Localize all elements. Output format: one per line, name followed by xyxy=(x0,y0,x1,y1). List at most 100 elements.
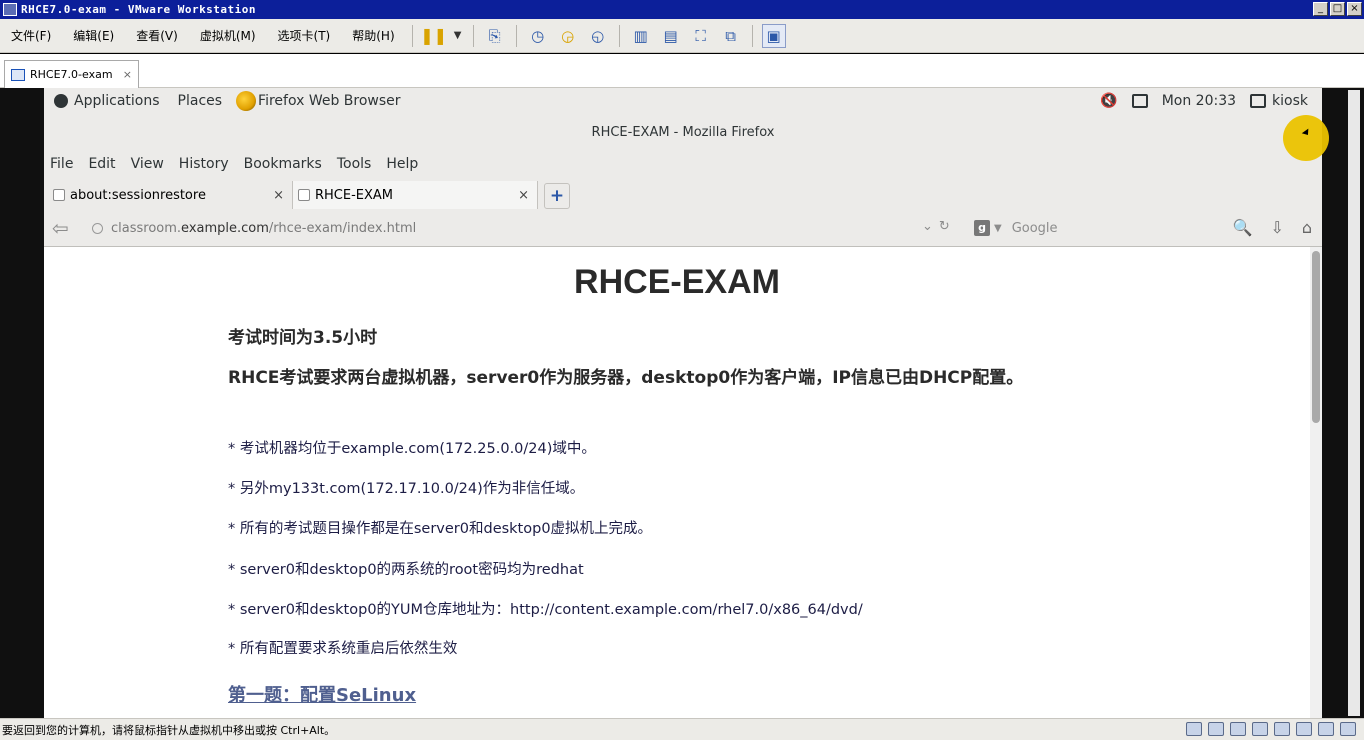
snapshot-manager-icon[interactable]: ◵ xyxy=(586,24,610,48)
home-icon[interactable]: ⌂ xyxy=(1302,218,1312,237)
revert-snapshot-icon[interactable]: ◶ xyxy=(556,24,580,48)
back-arrow-icon[interactable]: ⇦ xyxy=(52,216,69,240)
vmware-app-icon xyxy=(3,3,17,16)
vmware-status-bar: 要返回到您的计算机，请将鼠标指针从虚拟机中移出或按 Ctrl+Alt。 xyxy=(0,718,1364,740)
menu-file[interactable]: File xyxy=(50,156,73,172)
download-icon[interactable]: ⇩ xyxy=(1270,218,1283,237)
sidebar-view-icon[interactable]: ▥ xyxy=(629,24,653,48)
list-item: * server0和desktop0的两系统的root密码均为redhat xyxy=(228,562,584,578)
menu-help[interactable]: Help xyxy=(386,156,418,172)
sound-icon[interactable] xyxy=(1274,722,1290,736)
message-icon[interactable] xyxy=(1340,722,1356,736)
minimize-button[interactable]: _ xyxy=(1313,2,1328,16)
vm-icon xyxy=(11,68,25,81)
volume-icon[interactable]: 🔇 xyxy=(1100,93,1117,109)
search-input[interactable]: Google xyxy=(1012,221,1058,236)
chevron-down-icon[interactable]: ▼ xyxy=(994,223,1002,234)
vmware-title-bar: RHCE7.0-exam - VMware Workstation _ □ × xyxy=(0,0,1364,19)
list-item: * 考试机器均位于example.com(172.25.0.0/24)域中。 xyxy=(228,441,596,457)
chevron-down-icon[interactable]: ▼ xyxy=(452,24,464,48)
menu-tabs[interactable]: 选项卡(T) xyxy=(267,27,342,44)
menu-edit[interactable]: 编辑(E) xyxy=(62,27,125,44)
list-item: * server0和desktop0的YUM仓库地址为：http://conte… xyxy=(228,602,863,618)
menu-view[interactable]: 查看(V) xyxy=(125,27,189,44)
tab-sessionrestore[interactable]: about:sessionrestore × xyxy=(48,181,293,209)
printer-icon[interactable] xyxy=(1296,722,1312,736)
firefox-nav-bar: ⇦ classroom. example.com /rhce-exam/inde… xyxy=(44,209,1322,247)
page-content: RHCE-EXAM 考试时间为3.5小时 RHCE考试要求两台虚拟机器，serv… xyxy=(44,247,1322,718)
toolbar-separator xyxy=(515,24,517,47)
tab-label: RHCE-EXAM xyxy=(315,187,394,203)
thumbnail-view-icon[interactable]: ▤ xyxy=(659,24,683,48)
toolbar-separator xyxy=(472,24,474,47)
user-menu[interactable]: kiosk xyxy=(1250,93,1308,109)
applications-menu[interactable]: Applications xyxy=(54,93,160,109)
vmware-menu: 文件(F) 编辑(E) 查看(V) 虚拟机(M) 选项卡(T) 帮助(H) xyxy=(0,27,406,44)
menu-history[interactable]: History xyxy=(179,156,229,172)
guest-margin-right xyxy=(1322,88,1364,718)
menu-help[interactable]: 帮助(H) xyxy=(341,27,405,44)
places-label: Places xyxy=(177,92,223,109)
menu-vm[interactable]: 虚拟机(M) xyxy=(189,27,267,44)
menu-tools[interactable]: Tools xyxy=(337,156,372,172)
guest-margin-left xyxy=(0,88,44,718)
network-icon[interactable] xyxy=(1131,93,1148,108)
close-icon[interactable]: × xyxy=(123,68,132,81)
active-app-menu[interactable]: Firefox Web Browser xyxy=(236,90,401,111)
menu-view[interactable]: View xyxy=(131,156,164,172)
snapshot-icon[interactable]: ◷ xyxy=(526,24,550,48)
maximize-button[interactable]: □ xyxy=(1330,2,1345,16)
usb-icon[interactable] xyxy=(1252,722,1268,736)
hard-disk-icon[interactable] xyxy=(1186,722,1202,736)
firefox-icon xyxy=(236,90,257,111)
gnome-status-area: 🔇 Mon 20:33 kiosk xyxy=(1100,93,1308,109)
new-tab-button[interactable]: + xyxy=(544,183,570,209)
network-adapter-icon[interactable] xyxy=(1230,722,1246,736)
clock[interactable]: Mon 20:33 xyxy=(1162,93,1236,109)
menu-bookmarks[interactable]: Bookmarks xyxy=(244,156,322,172)
section-link-selinux[interactable]: 第一题：配置SeLinux xyxy=(228,681,416,707)
tab-rhce-exam[interactable]: RHCE-EXAM × xyxy=(293,181,538,209)
firefox-menubar: File Edit View History Bookmarks Tools H… xyxy=(44,151,1322,177)
page-scrollbar[interactable] xyxy=(1310,247,1322,718)
toolbar-separator xyxy=(618,24,620,47)
toolbar-separator xyxy=(751,24,753,47)
device-icons xyxy=(1186,722,1356,736)
user-icon xyxy=(1250,93,1267,108)
exam-requirement-heading: RHCE考试要求两台虚拟机器，server0作为服务器，desktop0作为客户… xyxy=(228,368,1024,388)
menu-file[interactable]: 文件(F) xyxy=(0,27,62,44)
console-view-icon[interactable]: ▣ xyxy=(761,23,786,48)
url-bar[interactable]: classroom. example.com /rhce-exam/index.… xyxy=(92,215,962,241)
firefox-title-bar: RHCE-EXAM - Mozilla Firefox xyxy=(44,113,1329,161)
google-icon[interactable]: g xyxy=(974,220,990,236)
vm-tab-rhce[interactable]: RHCE7.0-exam × xyxy=(4,60,139,88)
mouse-cursor-highlight xyxy=(1283,115,1329,161)
url-path: /rhce-exam/index.html xyxy=(268,220,417,236)
vmware-scrollbar[interactable] xyxy=(1348,90,1360,716)
url-bar-icons: ⌄ ↻ xyxy=(922,219,950,234)
send-keys-icon[interactable]: ⎘ xyxy=(483,24,507,48)
reload-icon[interactable]: ↻ xyxy=(939,219,950,234)
menu-edit[interactable]: Edit xyxy=(88,156,115,172)
search-icon[interactable]: 🔍 xyxy=(1233,218,1253,237)
chevron-down-icon[interactable]: ⌄ xyxy=(922,219,933,234)
firefox-window-title: RHCE-EXAM - Mozilla Firefox xyxy=(591,124,775,140)
guest-screen[interactable]: Applications Places Firefox Web Browser … xyxy=(0,88,1364,718)
user-name: kiosk xyxy=(1272,92,1308,109)
status-message: 要返回到您的计算机，请将鼠标指针从虚拟机中移出或按 Ctrl+Alt。 xyxy=(2,723,336,737)
display-icon[interactable] xyxy=(1318,722,1334,736)
close-button[interactable]: × xyxy=(1347,2,1362,16)
close-icon[interactable]: × xyxy=(518,188,529,203)
exam-duration-heading: 考试时间为3.5小时 xyxy=(228,328,378,348)
page-title: RHCE-EXAM xyxy=(574,263,780,301)
scrollbar-thumb[interactable] xyxy=(1312,251,1320,423)
cdrom-icon[interactable] xyxy=(1208,722,1224,736)
fullscreen-icon[interactable]: ⛶ xyxy=(689,24,713,48)
search-bar[interactable]: g ▼ Google xyxy=(974,215,1214,241)
vmware-window-title: RHCE7.0-exam - VMware Workstation xyxy=(21,3,257,16)
list-item: * 所有配置要求系统重启后依然生效 xyxy=(228,641,458,657)
places-menu[interactable]: Places xyxy=(178,93,223,109)
close-icon[interactable]: × xyxy=(273,188,284,203)
pause-icon[interactable]: ❚❚ xyxy=(420,24,447,48)
unity-icon[interactable]: ⧉ xyxy=(719,24,743,48)
